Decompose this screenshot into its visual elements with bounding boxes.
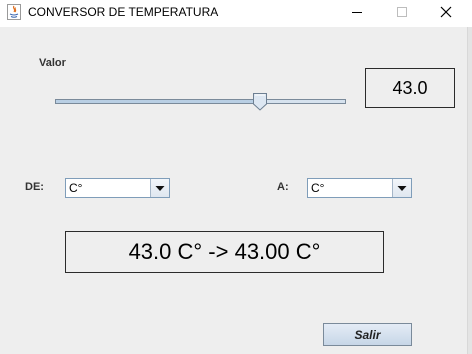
exit-button[interactable]: Salir bbox=[323, 323, 412, 346]
close-icon[interactable] bbox=[433, 0, 459, 26]
chevron-down-icon bbox=[155, 186, 165, 191]
exit-button-label: Salir bbox=[354, 327, 381, 342]
to-label: A: bbox=[277, 181, 289, 193]
minimize-icon[interactable] bbox=[345, 0, 369, 26]
value-label: Valor bbox=[39, 57, 66, 69]
slider-fill bbox=[56, 100, 261, 103]
from-label: DE: bbox=[25, 181, 44, 193]
maximize-icon[interactable] bbox=[390, 0, 414, 26]
from-unit-value: C° bbox=[69, 181, 83, 195]
to-unit-select[interactable]: C° bbox=[307, 178, 412, 198]
slider-thumb[interactable] bbox=[253, 93, 268, 111]
from-unit-select[interactable]: C° bbox=[65, 178, 170, 198]
window-border bbox=[467, 27, 472, 354]
window-title: CONVERSOR DE TEMPERATURA bbox=[28, 5, 219, 19]
java-app-icon bbox=[7, 4, 21, 20]
chevron-down-icon bbox=[397, 186, 407, 191]
temperature-slider[interactable] bbox=[55, 93, 346, 111]
to-dropdown-button[interactable] bbox=[392, 179, 411, 197]
value-display: 43.0 bbox=[365, 68, 455, 108]
result-text: 43.0 C° -> 43.00 C° bbox=[128, 239, 321, 264]
result-display: 43.0 C° -> 43.00 C° bbox=[65, 231, 384, 273]
value-display-text: 43.0 bbox=[392, 77, 428, 98]
to-unit-value: C° bbox=[311, 181, 325, 195]
from-dropdown-button[interactable] bbox=[150, 179, 169, 197]
